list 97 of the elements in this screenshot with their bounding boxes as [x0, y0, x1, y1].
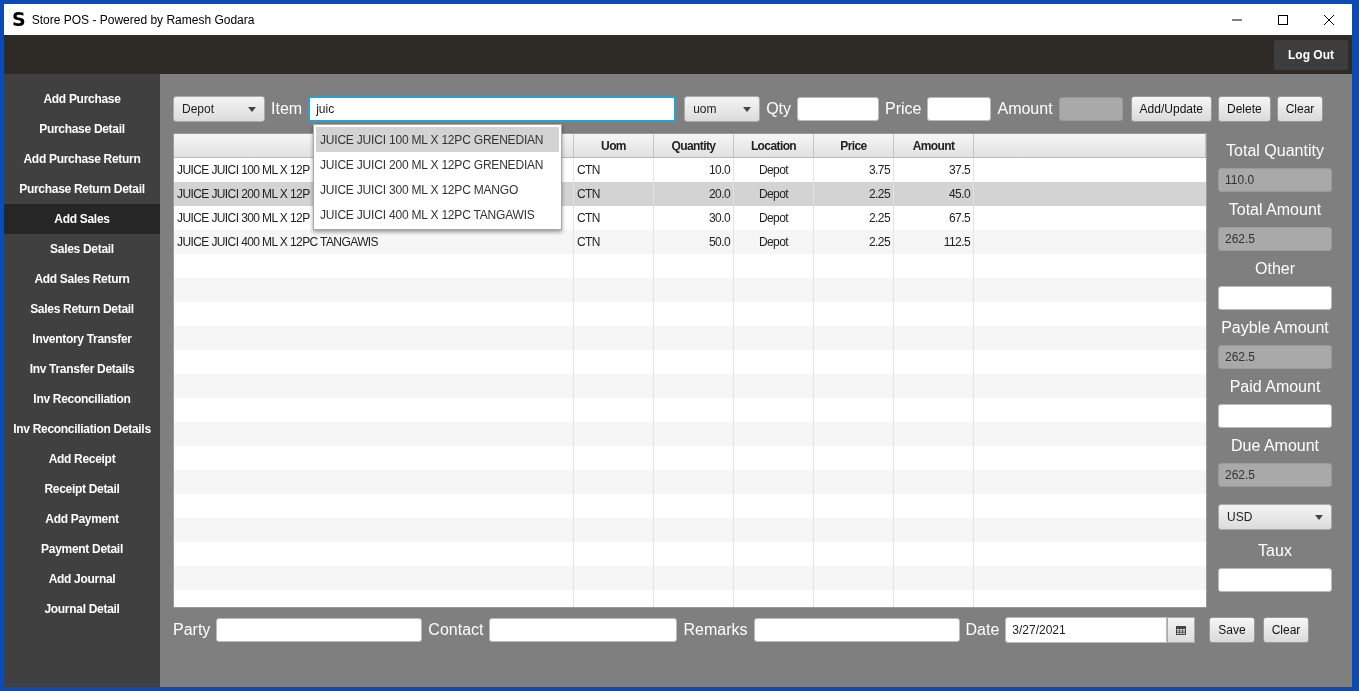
sidebar-item[interactable]: Add Receipt: [4, 444, 160, 474]
table-cell-text: 45.0: [949, 186, 970, 203]
table-cell-text: 67.5: [949, 210, 970, 227]
app-logo: S: [12, 10, 26, 29]
contact-field[interactable]: [489, 618, 678, 642]
summary-label: Total Amount: [1228, 200, 1322, 220]
table-cell-text: 20.0: [709, 186, 730, 203]
qty-label: Qty: [766, 99, 791, 119]
summary-field[interactable]: 262.5: [1218, 463, 1332, 487]
party-field[interactable]: [216, 618, 423, 642]
add-update-button[interactable]: Add/Update: [1130, 96, 1212, 122]
column-header: Price: [814, 134, 894, 157]
table-cell-text: CTN: [577, 162, 600, 179]
table-cell-text: 10.0: [709, 162, 730, 179]
sidebar-item[interactable]: Add Sales Return: [4, 264, 160, 294]
table-row[interactable]: JUICE JUICI 400 ML X 12PC TANGAWIS CTN 50.0 Depot 2.25 112.5: [174, 230, 1206, 254]
sidebar-item[interactable]: Add Purchase: [4, 84, 160, 114]
table-cell-text: JUICE JUICI 300 ML X 12P: [177, 210, 310, 227]
amount-field[interactable]: [1058, 97, 1123, 121]
amount-label: Amount: [997, 99, 1053, 119]
column-header: Uom: [574, 134, 654, 157]
summary-label: Total Quantity: [1226, 141, 1324, 161]
sidebar-item[interactable]: Inv Reconciliation: [4, 384, 160, 414]
currency-dropdown[interactable]: USD: [1218, 504, 1332, 530]
table-cell-text: CTN: [577, 234, 600, 251]
table-cell-text: CTN: [577, 186, 600, 203]
table-cell-text: 2.25: [869, 234, 890, 251]
sidebar-item[interactable]: Add Purchase Return: [4, 144, 160, 174]
summary-label: Other: [1255, 259, 1295, 279]
party-label: Party: [173, 620, 211, 640]
sidebar-item[interactable]: Purchase Return Detail: [4, 174, 160, 204]
calendar-button[interactable]: [1167, 617, 1196, 643]
sidebar-item[interactable]: Receipt Detail: [4, 474, 160, 504]
table-cell-text: Depot: [759, 162, 788, 179]
logout-button[interactable]: Log Out: [1274, 39, 1348, 70]
sidebar-item[interactable]: Purchase Detail: [4, 114, 160, 144]
table-cell-text: CTN: [577, 210, 600, 227]
sidebar-item[interactable]: Inv Reconciliation Details: [4, 414, 160, 444]
sidebar-item[interactable]: Inv Transfer Details: [4, 354, 160, 384]
sidebar-item[interactable]: Sales Return Detail: [4, 294, 160, 324]
maximize-icon: [1277, 14, 1289, 25]
summary-field[interactable]: [1218, 286, 1332, 310]
table-cell-text: 3.75: [869, 162, 890, 179]
summary-label: Due Amount: [1230, 436, 1320, 456]
caret-icon: [743, 106, 752, 112]
suggestion-item[interactable]: JUICE JUICI 100 ML X 12PC GRENEDIAN: [316, 127, 559, 152]
price-field[interactable]: [927, 97, 992, 121]
column-header: Amount: [894, 134, 974, 157]
location-dropdown[interactable]: Depot: [173, 96, 265, 122]
sidebar-item[interactable]: Add Payment: [4, 504, 160, 534]
table-cell-text: Depot: [759, 234, 788, 251]
sidebar-item[interactable]: Journal Detail: [4, 594, 160, 624]
column-header: Quantity: [654, 134, 734, 157]
remarks-label: Remarks: [683, 620, 748, 640]
sidebar-item[interactable]: Inventory Transfer: [4, 324, 160, 354]
item-label: Item: [271, 99, 303, 119]
table-cell-text: 112.5: [943, 234, 970, 251]
qty-field[interactable]: [797, 97, 879, 121]
caret-icon: [248, 106, 256, 112]
item-field[interactable]: juic: [308, 96, 677, 122]
table-cell-text: 30.0: [709, 210, 730, 227]
summary-field[interactable]: 262.5: [1218, 227, 1332, 251]
rate-field[interactable]: [1218, 568, 1332, 592]
sidebar-item[interactable]: Payment Detail: [4, 534, 160, 564]
table-cell-text: 2.25: [869, 186, 890, 203]
table-cell-text: JUICE JUICI 400 ML X 12PC TANGAWIS: [177, 234, 378, 251]
clear-button[interactable]: Clear: [1262, 617, 1310, 643]
table-cell-text: 37.5: [949, 162, 970, 179]
summary-label: Paid Amount: [1229, 377, 1321, 397]
sidebar-item[interactable]: Add Journal: [4, 564, 160, 594]
table-cell-text: 50.0: [709, 234, 730, 251]
delete-button[interactable]: Delete: [1218, 96, 1271, 122]
clear-button[interactable]: Clear: [1276, 96, 1324, 122]
remarks-field[interactable]: [753, 618, 960, 642]
window-title: Store POS - Powered by Ramesh Godara: [31, 11, 255, 29]
date-label: Date: [965, 620, 1000, 640]
table-cell-text: JUICE JUICI 200 ML X 12P: [177, 186, 310, 203]
column-header: Location: [734, 134, 814, 157]
table-cell-text: Depot: [759, 210, 788, 227]
contact-label: Contact: [428, 620, 484, 640]
table-cell-text: JUICE JUICI 100 ML X 12P: [177, 162, 310, 179]
uom-dropdown[interactable]: uom: [684, 96, 761, 122]
sidebar-item[interactable]: Add Sales: [4, 204, 160, 234]
summary-field[interactable]: [1218, 404, 1332, 428]
summary-label: Payble Amount: [1221, 318, 1329, 338]
price-label: Price: [885, 99, 922, 119]
table-cell-text: 2.25: [869, 210, 890, 227]
close-icon: [1323, 14, 1335, 25]
date-field[interactable]: 3/27/2021: [1005, 617, 1168, 643]
table-cell-text: Depot: [759, 186, 788, 203]
summary-field[interactable]: 110.0: [1218, 168, 1332, 192]
save-button[interactable]: Save: [1209, 617, 1255, 643]
rate-label: Taux: [1258, 541, 1292, 561]
sidebar-item[interactable]: Sales Detail: [4, 234, 160, 264]
summary-field[interactable]: 262.5: [1218, 345, 1332, 369]
caret-icon: [1315, 514, 1323, 520]
calendar-icon: [1176, 625, 1187, 635]
